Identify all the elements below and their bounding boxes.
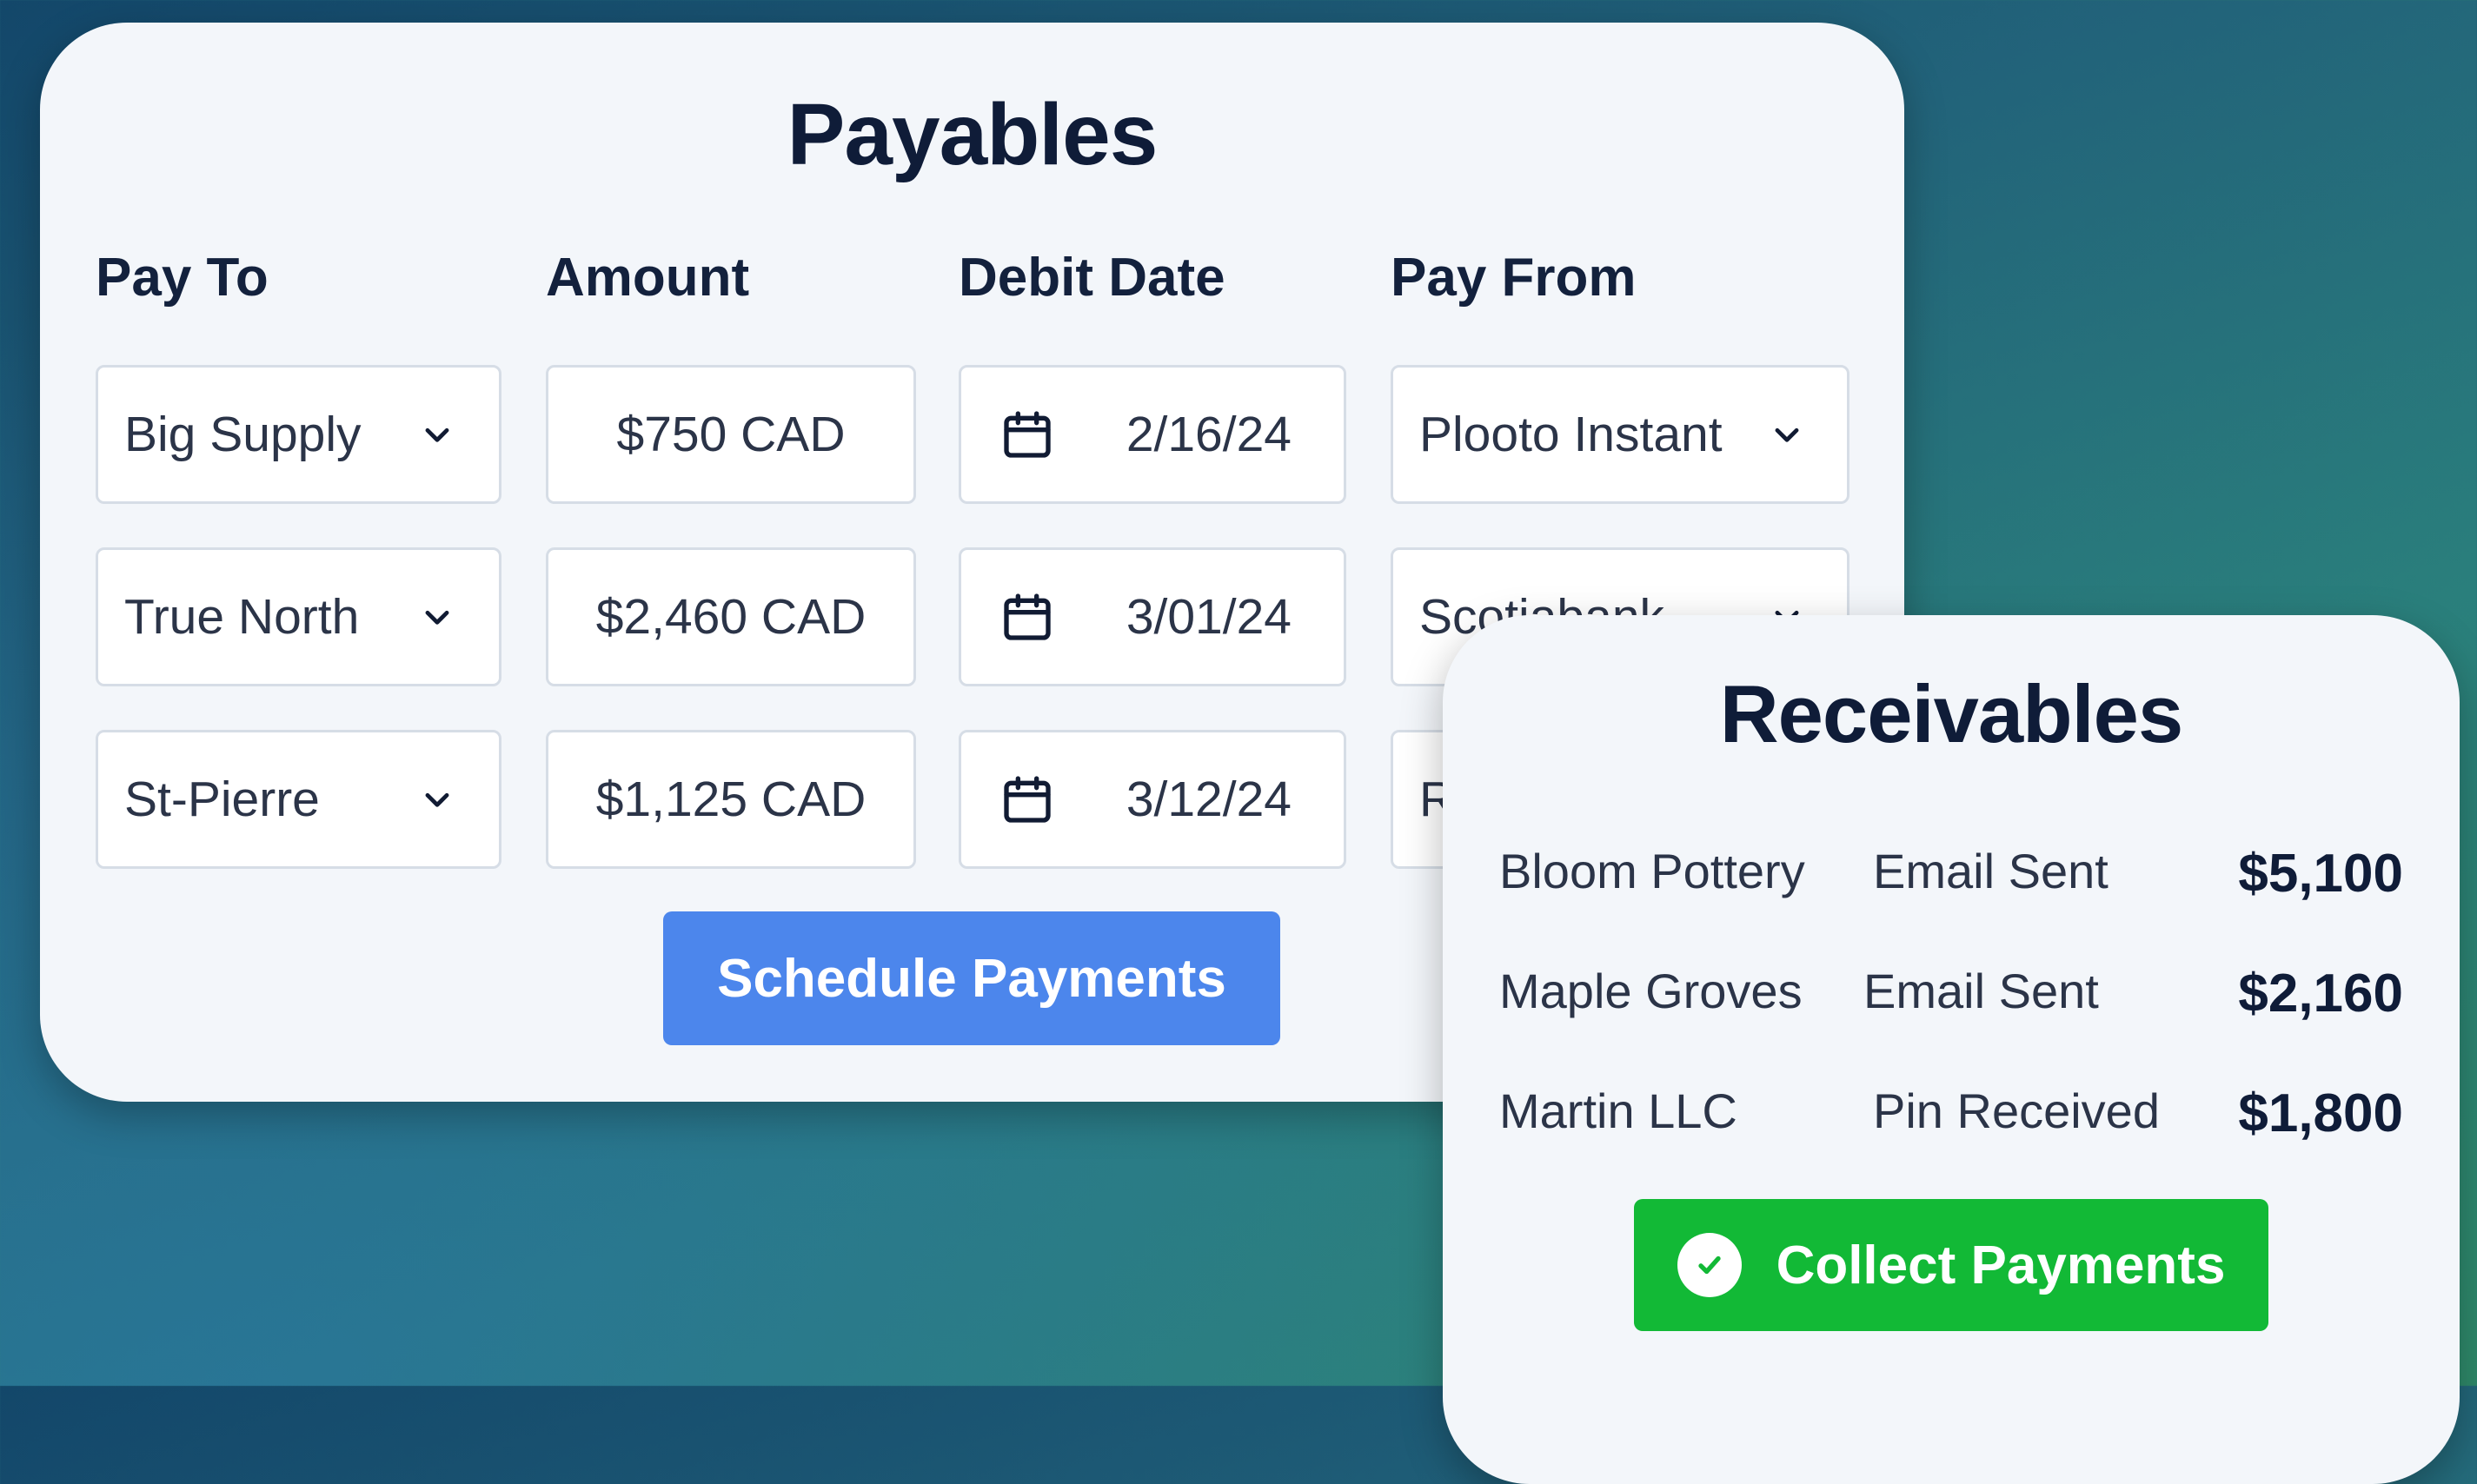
receivable-row: Martin LLC Pin Received $1,800 [1443, 1083, 2460, 1152]
pay-to-value: Big Supply [124, 407, 362, 462]
chevron-down-icon [425, 792, 449, 807]
receivable-amount: $5,100 [2238, 844, 2403, 904]
schedule-payments-button[interactable]: Schedule Payments [663, 911, 1280, 1045]
debit-date-field[interactable]: 3/01/24 [959, 547, 1346, 686]
debit-date-value: 3/12/24 [1126, 772, 1292, 827]
amount-value: $2,460 CAD [595, 589, 867, 645]
chevron-down-icon [425, 610, 449, 625]
col-header-pay-to: Pay To [96, 248, 269, 308]
debit-date-field[interactable]: 3/12/24 [959, 730, 1346, 869]
receivable-status: Email Sent [1873, 844, 2108, 898]
col-header-amount: Amount [546, 248, 750, 308]
chevron-down-icon [1775, 427, 1799, 442]
pay-from-value: Plooto Instant [1419, 407, 1723, 462]
client-name: Maple Groves [1499, 964, 1803, 1018]
amount-value: $1,125 CAD [595, 772, 867, 827]
receivable-row: Maple Groves Email Sent $2,160 [1443, 963, 2460, 1032]
col-header-debit-date: Debit Date [959, 248, 1225, 308]
amount-field[interactable]: $750 CAD [546, 365, 916, 504]
col-header-pay-from: Pay From [1391, 248, 1637, 308]
calendar-icon [1004, 776, 1051, 823]
pay-to-value: True North [124, 589, 360, 645]
client-name: Bloom Pottery [1499, 844, 1805, 898]
check-circle-icon [1677, 1233, 1742, 1297]
pay-from-select[interactable]: Plooto Instant [1391, 365, 1849, 504]
receivables-card: Receivables Bloom Pottery Email Sent $5,… [1443, 615, 2460, 1484]
debit-date-field[interactable]: 2/16/24 [959, 365, 1346, 504]
receivable-status: Email Sent [1863, 964, 2099, 1018]
collect-payments-button[interactable]: Collect Payments [1634, 1199, 2268, 1331]
client-name: Martin LLC [1499, 1083, 1737, 1138]
amount-field[interactable]: $1,125 CAD [546, 730, 916, 869]
pay-to-select[interactable]: Big Supply [96, 365, 501, 504]
receivable-status: Pin Received [1873, 1083, 2160, 1138]
amount-value: $750 CAD [616, 407, 846, 462]
amount-field[interactable]: $2,460 CAD [546, 547, 916, 686]
calendar-icon [1004, 593, 1051, 640]
payables-title: Payables [787, 86, 1159, 183]
receivable-amount: $2,160 [2238, 964, 2403, 1024]
pay-to-select[interactable]: St-Pierre [96, 730, 501, 869]
calendar-icon [1004, 411, 1051, 458]
pay-to-value: St-Pierre [124, 772, 320, 827]
collect-payments-label: Collect Payments [1776, 1235, 2226, 1295]
receivable-row: Bloom Pottery Email Sent $5,100 [1443, 843, 2460, 912]
pay-to-select[interactable]: True North [96, 547, 501, 686]
receivables-title: Receivables [1719, 668, 2183, 759]
chevron-down-icon [425, 427, 449, 442]
receivable-amount: $1,800 [2238, 1083, 2403, 1143]
debit-date-value: 2/16/24 [1126, 407, 1292, 462]
debit-date-value: 3/01/24 [1126, 589, 1292, 645]
